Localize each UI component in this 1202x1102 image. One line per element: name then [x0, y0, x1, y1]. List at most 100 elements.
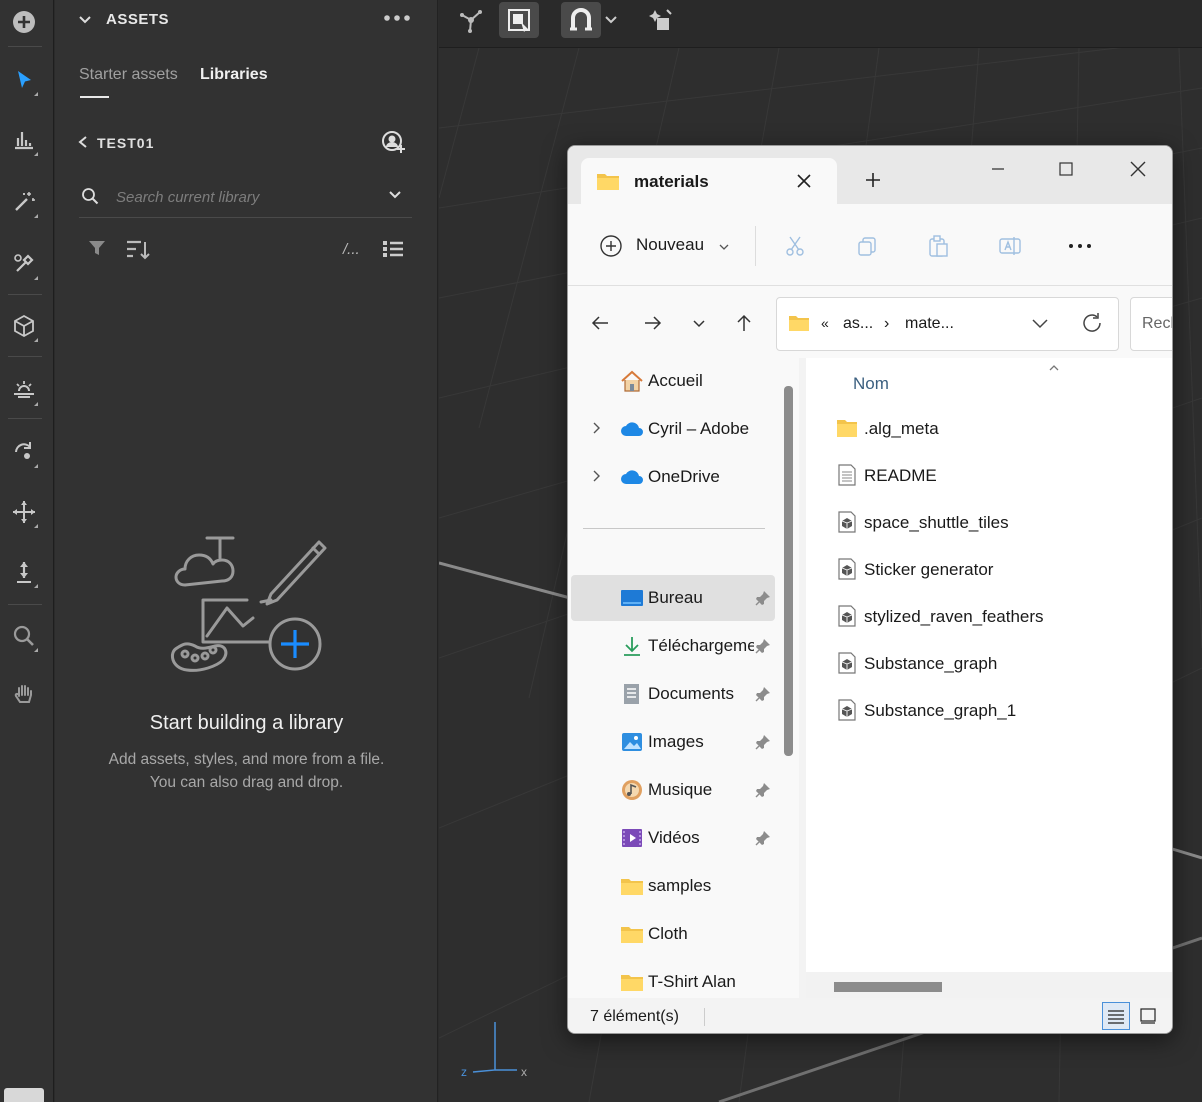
nav-item-cyril-adobe[interactable]: Cyril – Adobe — [571, 406, 775, 452]
new-plus-icon[interactable] — [599, 234, 623, 258]
rename-icon[interactable] — [995, 231, 1025, 261]
nav-item-label: Images — [648, 732, 704, 751]
nav-item-bureau[interactable]: Bureau — [571, 575, 775, 621]
visibility-sparkle-icon[interactable] — [639, 2, 679, 38]
file-name: .alg_meta — [864, 419, 939, 438]
chevron-down-icon[interactable] — [718, 242, 730, 252]
toolbar-divider — [8, 294, 42, 295]
tab-libraries[interactable]: Libraries — [200, 66, 268, 84]
horizontal-scrollbar[interactable] — [806, 972, 1172, 998]
zoom-icon[interactable] — [0, 614, 48, 658]
nav-item-accueil[interactable]: Accueil — [571, 358, 775, 404]
copy-icon[interactable] — [852, 231, 882, 261]
nav-divider — [583, 528, 765, 529]
close-window-icon[interactable] — [1118, 154, 1158, 184]
substance-file-icon — [836, 605, 858, 627]
list-view-icon[interactable] — [381, 238, 405, 260]
maximize-icon[interactable] — [1046, 154, 1086, 184]
move-icon[interactable] — [0, 490, 48, 534]
file-explorer-window[interactable]: materials Nouveau « as... › mate... Recl… — [567, 145, 1173, 1034]
assets-panel: ASSETS Starter assets Libraries TEST01 /… — [55, 0, 438, 1102]
video-icon — [620, 827, 644, 849]
forward-arrow-icon[interactable] — [638, 308, 668, 338]
recent-locations-chevron-icon[interactable] — [684, 308, 714, 338]
up-arrow-icon[interactable] — [729, 308, 759, 338]
filter-icon[interactable] — [86, 238, 108, 258]
breadcrumb-overflow[interactable]: « — [821, 315, 829, 331]
nav-item-onedrive[interactable]: OneDrive — [571, 454, 775, 500]
details-view-icon[interactable] — [1102, 1002, 1130, 1030]
select-icon[interactable] — [0, 58, 48, 102]
add-user-icon[interactable] — [381, 130, 407, 154]
nav-item-documents[interactable]: Documents — [571, 671, 775, 717]
frame-selection-icon[interactable] — [499, 2, 539, 38]
large-icons-view-icon[interactable] — [1134, 1002, 1162, 1030]
file-row[interactable]: README — [836, 457, 1156, 495]
breadcrumb-item[interactable]: mate... — [905, 315, 954, 333]
vertical-move-icon[interactable] — [0, 550, 48, 594]
cut-icon[interactable] — [780, 231, 810, 261]
axis-x-label: x — [521, 1065, 527, 1079]
more-options-icon[interactable] — [383, 12, 411, 24]
pin-icon — [754, 781, 772, 799]
hand-icon[interactable] — [0, 672, 48, 716]
nav-item-vid-os[interactable]: Vidéos — [571, 815, 775, 861]
paste-icon[interactable] — [923, 231, 953, 261]
light-icon[interactable] — [0, 368, 48, 412]
snapping-magnet-icon[interactable] — [561, 2, 601, 38]
chevron-down-icon[interactable] — [77, 12, 93, 28]
back-arrow-icon[interactable] — [585, 308, 615, 338]
window-titlebar[interactable]: materials — [568, 146, 1172, 204]
chevron-down-icon[interactable] — [1030, 315, 1050, 333]
nav-item-images[interactable]: Images — [571, 719, 775, 765]
column-header-name[interactable]: Nom — [853, 374, 889, 394]
file-row[interactable]: stylized_raven_feathers — [836, 598, 1156, 636]
chevron-down-icon[interactable] — [599, 2, 623, 38]
add-icon[interactable] — [0, 0, 48, 44]
bar-chart-icon[interactable] — [0, 118, 48, 162]
close-tab-icon[interactable] — [795, 172, 813, 190]
expand-chevron-icon[interactable] — [589, 421, 603, 435]
nav-item-musique[interactable]: Musique — [571, 767, 775, 813]
minimize-icon[interactable] — [978, 154, 1018, 184]
search-input[interactable] — [116, 185, 376, 209]
breadcrumb-separator: › — [884, 315, 890, 332]
more-icon[interactable] — [1065, 231, 1095, 261]
address-bar[interactable]: « as... › mate... — [776, 297, 1119, 351]
nav-item-t-l-chargements[interactable]: Téléchargements — [571, 623, 775, 669]
tab-starter-assets[interactable]: Starter assets — [79, 66, 178, 84]
nav-item-samples[interactable]: samples — [571, 863, 775, 909]
expand-chevron-icon[interactable] — [589, 469, 603, 483]
image-icon — [620, 731, 644, 753]
panel-toggle[interactable] — [4, 1088, 44, 1102]
new-button[interactable]: Nouveau — [636, 235, 704, 255]
pin-icon — [754, 685, 772, 703]
folder-icon — [620, 971, 644, 993]
magic-wand-icon[interactable] — [0, 180, 48, 224]
back-chevron-icon[interactable] — [76, 134, 90, 150]
viewport-toolbar — [439, 0, 1202, 48]
file-row[interactable]: Substance_graph_1 — [836, 692, 1156, 730]
nav-item-cloth[interactable]: Cloth — [571, 911, 775, 957]
cube-icon[interactable] — [0, 304, 48, 348]
scrollbar-thumb[interactable] — [834, 982, 942, 992]
command-divider — [755, 226, 756, 266]
music-icon — [620, 779, 644, 801]
new-tab-icon[interactable] — [864, 171, 882, 189]
sort-icon[interactable] — [125, 238, 151, 262]
file-row[interactable]: .alg_meta — [836, 410, 1156, 448]
file-row[interactable]: Substance_graph — [836, 645, 1156, 683]
nav-scrollbar[interactable] — [784, 386, 793, 756]
eyedropper-icon[interactable] — [0, 242, 48, 286]
search-field[interactable]: Recl — [1130, 297, 1172, 351]
refresh-icon[interactable] — [1080, 311, 1104, 335]
toolbar-divider — [8, 418, 42, 419]
file-row[interactable]: space_shuttle_tiles — [836, 504, 1156, 542]
transform-gizmo-icon[interactable] — [451, 2, 491, 38]
explorer-tab[interactable]: materials — [581, 158, 837, 204]
chevron-down-icon[interactable] — [387, 188, 403, 202]
text-filter-toggle[interactable]: /... — [343, 241, 360, 258]
breadcrumb-item[interactable]: as... — [843, 315, 873, 333]
rotate-icon[interactable] — [0, 430, 48, 474]
file-row[interactable]: Sticker generator — [836, 551, 1156, 589]
